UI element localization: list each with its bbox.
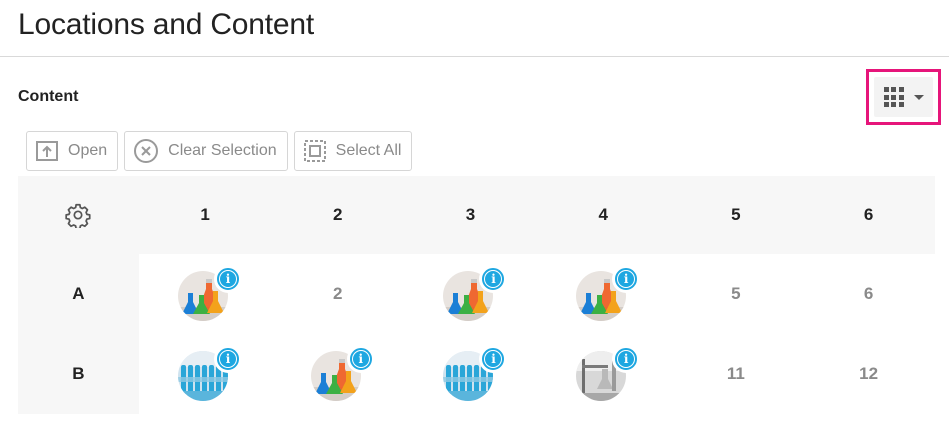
grid-cell-a1[interactable]: i bbox=[139, 254, 272, 334]
open-button-label: Open bbox=[68, 142, 108, 159]
column-header-4: 4 bbox=[598, 205, 608, 224]
column-header-1: 1 bbox=[200, 205, 210, 224]
sample-thumbnail[interactable]: i bbox=[178, 265, 243, 321]
grid-cell-b4[interactable]: i bbox=[537, 334, 670, 414]
content-section-label: Content bbox=[18, 88, 79, 105]
info-icon[interactable]: i bbox=[214, 265, 243, 293]
clear-selection-label: Clear Selection bbox=[168, 142, 277, 159]
select-all-label: Select All bbox=[335, 142, 402, 159]
grid-cell-b5[interactable]: 11 bbox=[670, 334, 803, 414]
grid-view-icon bbox=[883, 87, 904, 107]
open-button[interactable]: Open bbox=[26, 131, 119, 171]
gear-icon[interactable] bbox=[65, 202, 91, 228]
grid-cell-a3[interactable]: i bbox=[404, 254, 537, 334]
caret-down-icon bbox=[913, 94, 924, 100]
page-title: Locations and Content bbox=[18, 8, 315, 41]
sample-thumbnail[interactable]: i bbox=[443, 265, 508, 321]
grid-cell-b2[interactable]: i bbox=[271, 334, 404, 414]
grid-cell-a6[interactable]: 6 bbox=[802, 254, 935, 334]
grid-row-b: Bi i i i 11 12 bbox=[18, 334, 935, 414]
content-toolbar: Open Clear Selection Select All bbox=[26, 131, 413, 171]
view-toggle-button[interactable] bbox=[874, 77, 933, 117]
grid-cell-a5[interactable]: 5 bbox=[670, 254, 803, 334]
info-icon[interactable]: i bbox=[479, 345, 508, 373]
clear-selection-button[interactable]: Clear Selection bbox=[124, 131, 288, 171]
grid-cell-b1[interactable]: i bbox=[139, 334, 272, 414]
position-number: 5 bbox=[731, 284, 741, 303]
sample-thumbnail[interactable]: i bbox=[443, 345, 508, 401]
row-header-b: B bbox=[18, 334, 139, 414]
column-header-5: 5 bbox=[731, 205, 741, 224]
open-icon bbox=[36, 141, 58, 161]
sample-thumbnail[interactable]: i bbox=[576, 345, 641, 401]
info-icon[interactable]: i bbox=[479, 265, 508, 293]
select-all-button[interactable]: Select All bbox=[293, 131, 413, 171]
info-icon[interactable]: i bbox=[346, 345, 375, 373]
clear-circle-icon bbox=[134, 139, 159, 163]
info-icon[interactable]: i bbox=[612, 345, 641, 373]
sample-thumbnail[interactable]: i bbox=[576, 265, 641, 321]
view-toggle-highlight bbox=[866, 69, 941, 125]
grid-row-a: Ai 2 i i 5 6 bbox=[18, 254, 935, 334]
select-all-icon bbox=[303, 140, 326, 162]
info-icon[interactable]: i bbox=[214, 345, 243, 373]
grid-settings-cell[interactable] bbox=[18, 176, 139, 254]
position-number: 2 bbox=[333, 284, 343, 303]
column-header-3: 3 bbox=[465, 205, 476, 224]
position-number: 11 bbox=[726, 364, 745, 383]
grid-cell-b6[interactable]: 12 bbox=[802, 334, 935, 414]
column-header-2: 2 bbox=[333, 205, 343, 224]
sample-thumbnail[interactable]: i bbox=[310, 345, 375, 401]
grid-cell-a4[interactable]: i bbox=[537, 254, 670, 334]
position-number: 12 bbox=[859, 364, 879, 383]
column-header-6: 6 bbox=[863, 205, 874, 224]
grid-header-row: 1 2 3 4 5 6 bbox=[18, 176, 935, 254]
info-icon[interactable]: i bbox=[612, 265, 641, 293]
location-grid: 1 2 3 4 5 6 Ai 2 i i 5 6 Bi i i i 11 12 bbox=[18, 176, 935, 414]
sample-thumbnail[interactable]: i bbox=[178, 345, 243, 401]
grid-cell-b3[interactable]: i bbox=[404, 334, 537, 414]
row-header-a: A bbox=[18, 254, 139, 334]
grid-cell-a2[interactable]: 2 bbox=[271, 254, 404, 334]
title-divider bbox=[0, 56, 949, 57]
position-number: 6 bbox=[863, 284, 874, 303]
